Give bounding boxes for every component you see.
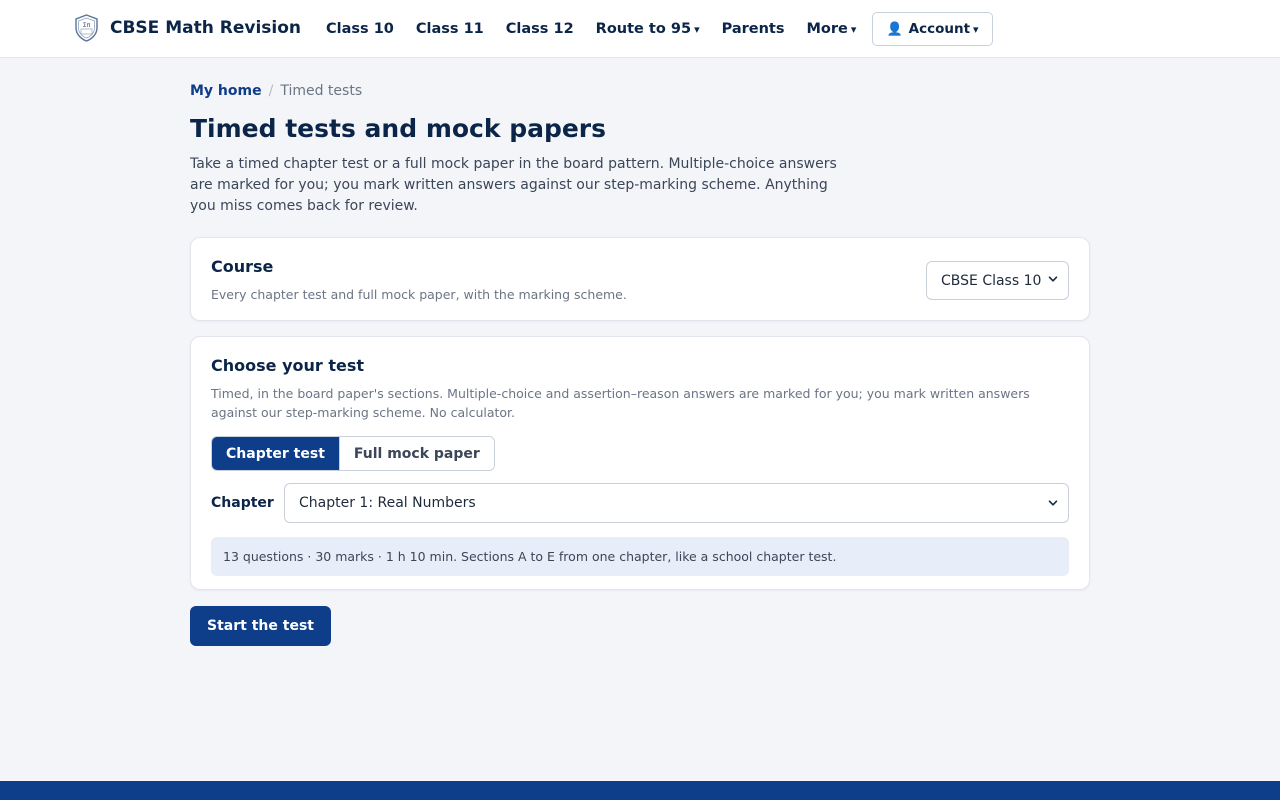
breadcrumb-current: Timed tests (280, 83, 363, 99)
nav-label: Class 10 (326, 21, 394, 37)
course-card: Course Every chapter test and full mock … (190, 237, 1090, 321)
nav-parents[interactable]: Parents (722, 21, 785, 37)
chapter-label: Chapter (211, 495, 274, 511)
test-mode-toggle: Chapter test Full mock paper (211, 436, 495, 471)
chevron-down-icon (1048, 276, 1058, 282)
choose-test-card: Choose your test Timed, in the board pap… (190, 336, 1090, 590)
nav-label: Class 11 (415, 21, 484, 37)
choose-test-subtitle: Timed, in the board paper's sections. Mu… (211, 386, 1030, 420)
nav-class-12[interactable]: Class 12 (506, 21, 574, 37)
main-nav: Class 10 Class 11 Class 12 Route to 95 ▾ … (326, 0, 878, 58)
nav-label: Class 12 (505, 21, 574, 37)
breadcrumb-home-link[interactable]: My home (190, 83, 262, 99)
nav-route-to-95-dropdown[interactable]: Route to 95 ▾ (596, 21, 700, 37)
footer-bar (0, 781, 1280, 800)
crest-logo-icon: Σπ (75, 14, 98, 42)
chapter-select-value: Chapter 1: Real Numbers (299, 495, 476, 511)
person-icon: 👤 (886, 21, 903, 37)
nav-class-10[interactable]: Class 10 (326, 21, 394, 37)
account-label: Account (908, 21, 971, 37)
full-mock-paper-tab[interactable]: Full mock paper (338, 437, 494, 470)
svg-text:Σπ: Σπ (83, 22, 91, 29)
course-select-value: CBSE Class 10 (941, 272, 1042, 289)
course-select[interactable]: CBSE Class 10 (926, 261, 1069, 300)
test-info-text: 13 questions · 30 marks · 1 h 10 min. Se… (223, 549, 837, 564)
nav-class-11[interactable]: Class 11 (416, 21, 484, 37)
account-menu-button[interactable]: 👤 Account ▾ (872, 12, 993, 46)
chapter-select[interactable]: Chapter 1: Real Numbers (284, 483, 1069, 523)
chevron-down-icon: ▾ (973, 22, 979, 36)
chapter-row: Chapter Chapter 1: Real Numbers (211, 483, 1069, 523)
breadcrumb: My home / Timed tests (190, 83, 1090, 99)
page-intro: Take a timed chapter test or a full mock… (190, 156, 837, 214)
main-content: My home / Timed tests Timed tests and mo… (190, 83, 1090, 646)
nav-label: More (806, 21, 848, 37)
brand[interactable]: Σπ CBSE Math Revision (74, 14, 301, 42)
page-title: Timed tests and mock papers (190, 114, 607, 143)
nav-more-dropdown[interactable]: More ▾ (807, 21, 857, 37)
start-test-button[interactable]: Start the test (190, 606, 331, 646)
choose-test-title: Choose your test (211, 356, 365, 375)
breadcrumb-separator: / (268, 83, 274, 99)
top-navigation-bar: Σπ CBSE Math Revision Class 10 Class 11 … (0, 0, 1280, 58)
brand-name: CBSE Math Revision (110, 18, 302, 38)
nav-label: Parents (721, 21, 785, 37)
nav-label: Route to 95 (595, 21, 692, 37)
chevron-down-icon (1048, 500, 1058, 506)
chevron-down-icon: ▾ (694, 23, 700, 36)
chevron-down-icon: ▾ (850, 23, 857, 36)
test-info-box: 13 questions · 30 marks · 1 h 10 min. Se… (211, 537, 1069, 576)
chapter-test-tab[interactable]: Chapter test (212, 437, 339, 470)
